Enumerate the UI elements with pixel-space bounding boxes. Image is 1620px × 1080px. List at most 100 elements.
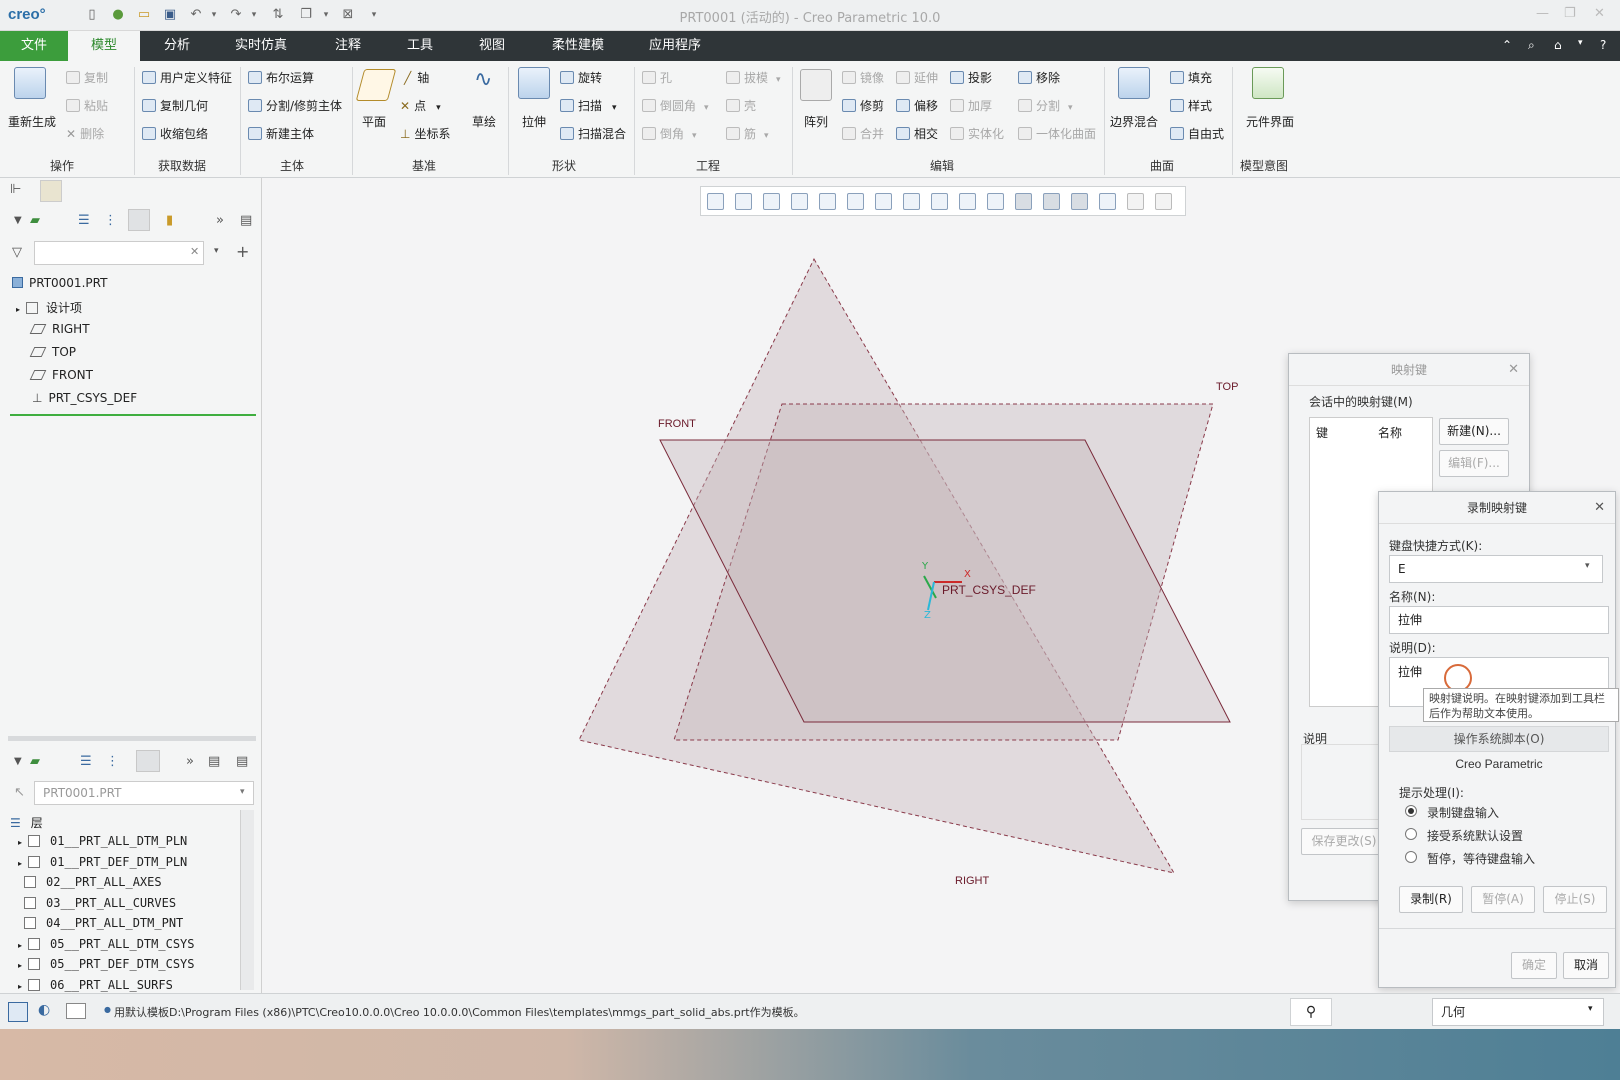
tree-item-front[interactable]: FRONT	[29, 368, 93, 382]
remove-button[interactable]: 移除	[1018, 69, 1060, 86]
shrinkwrap-button[interactable]: 收缩包络	[142, 125, 208, 142]
model-tree-tab-icon[interactable]: ⊩	[10, 182, 21, 197]
layer-item[interactable]: ▸ 05__PRT_ALL_DTM_CSYS	[18, 937, 195, 951]
layer-more-icon[interactable]: »	[186, 754, 194, 769]
layer-edit-icon[interactable]: ▤	[208, 754, 220, 769]
boundary-blend-button[interactable]: 边界混合	[1110, 113, 1158, 130]
solidify-button[interactable]: 实体化	[950, 125, 1004, 142]
chamfer-button[interactable]: 倒角 ▾	[642, 125, 697, 142]
rib-button[interactable]: 筋 ▾	[726, 125, 769, 142]
selection-filter-select[interactable]: 几何	[1432, 998, 1604, 1026]
search-icon[interactable]: ⌕	[1528, 38, 1535, 53]
new-body-button[interactable]: 新建主体	[248, 125, 314, 142]
tab-tools[interactable]: 工具	[392, 31, 448, 61]
shortcut-input[interactable]: E	[1389, 555, 1603, 583]
reorient-icon[interactable]	[819, 193, 836, 210]
datum-display-icon[interactable]	[987, 193, 1004, 210]
merge-button[interactable]: 合并	[842, 125, 884, 142]
delete-button[interactable]: ✕ 删除	[66, 125, 104, 142]
sketch-button[interactable]: 草绘	[472, 113, 496, 130]
project-button[interactable]: 投影	[950, 69, 992, 86]
record-button[interactable]: 录制(R)	[1399, 886, 1463, 913]
model-tree-icon[interactable]: ▰	[30, 213, 40, 228]
add-item-icon[interactable]: +	[236, 242, 249, 261]
csys-display-icon[interactable]	[1071, 193, 1088, 210]
regenerate-big-icon[interactable]	[14, 67, 46, 99]
trim-button[interactable]: 修剪	[842, 97, 884, 114]
right-plane-label[interactable]: RIGHT	[955, 875, 989, 887]
folder-browser-tab-icon[interactable]	[40, 180, 62, 202]
ok-button[interactable]: 确定	[1511, 952, 1557, 979]
spin-center-icon[interactable]	[1043, 193, 1060, 210]
group-editing[interactable]: 编辑	[930, 157, 954, 174]
layer-collapse-icon[interactable]: ▼	[14, 756, 22, 767]
zoom-in-icon[interactable]	[735, 193, 752, 210]
pause-input-label[interactable]: 暂停，等待键盘输入	[1427, 850, 1535, 867]
repaint-icon[interactable]	[791, 193, 808, 210]
creo-tab[interactable]: Creo Parametric	[1389, 752, 1609, 778]
highlight-icon[interactable]: ▮	[166, 213, 173, 228]
tree-filter-icon[interactable]: ⋮	[104, 213, 117, 228]
paste-button[interactable]: 粘贴	[66, 97, 108, 114]
top-plane-label[interactable]: TOP	[1216, 381, 1238, 393]
tree-search-input[interactable]	[34, 241, 204, 265]
shell-button[interactable]: 壳	[726, 97, 756, 114]
annotation-display-icon[interactable]	[1015, 193, 1032, 210]
full-screen-icon[interactable]	[66, 1003, 86, 1019]
tree-root[interactable]: PRT0001.PRT	[12, 276, 107, 290]
thicken-button[interactable]: 加厚	[950, 97, 992, 114]
round-button[interactable]: 倒圆角 ▾	[642, 97, 709, 114]
freestyle-button[interactable]: 自由式	[1170, 125, 1224, 142]
group-datum[interactable]: 基准	[412, 157, 436, 174]
pattern-button[interactable]: 阵列	[804, 113, 828, 130]
appearance-icon[interactable]	[1099, 193, 1116, 210]
more-icon[interactable]: »	[216, 213, 224, 228]
tree-item-top[interactable]: TOP	[29, 345, 76, 359]
tab-applications[interactable]: 应用程序	[634, 31, 716, 61]
help-icon[interactable]: ?	[1600, 38, 1606, 52]
csys-button[interactable]: ⊥ 坐标系	[400, 125, 450, 142]
edit-mapkey-button[interactable]: 编辑(F)...	[1439, 450, 1509, 477]
expand-icon[interactable]: ▸	[18, 941, 22, 950]
layer-item[interactable]: 04__PRT_ALL_DTM_PNT	[18, 916, 183, 930]
regenerate-button[interactable]: 重新生成	[8, 113, 56, 130]
layer-item[interactable]: ▸ 05__PRT_DEF_DTM_CSYS	[18, 957, 195, 971]
refit-icon[interactable]	[707, 193, 724, 210]
stop-icon[interactable]	[1155, 193, 1172, 210]
panel-splitter[interactable]	[8, 736, 256, 741]
group-surfaces[interactable]: 曲面	[1150, 157, 1174, 174]
save-changes-button[interactable]: 保存更改(S)	[1301, 828, 1387, 855]
mapkeys-close-icon[interactable]: ✕	[1508, 362, 1519, 377]
name-input[interactable]: 拉伸	[1389, 606, 1609, 634]
close-icon[interactable]: ✕	[1594, 6, 1605, 21]
accept-defaults-radio[interactable]	[1405, 828, 1417, 840]
settings-icon[interactable]: ▤	[240, 213, 252, 228]
group-engineering[interactable]: 工程	[696, 157, 720, 174]
minimize-icon[interactable]: —	[1536, 6, 1549, 21]
copy-geometry-button[interactable]: 复制几何	[142, 97, 208, 114]
csys-label[interactable]: PRT_CSYS_DEF	[942, 583, 1036, 597]
unify-surface-button[interactable]: 一体化曲面	[1018, 125, 1096, 142]
plane-button[interactable]: 平面	[362, 113, 386, 130]
stop-button[interactable]: 停止(S)	[1543, 886, 1607, 913]
layer-item[interactable]: ▸ 06__PRT_ALL_SURFS	[18, 978, 173, 992]
fill-button[interactable]: 填充	[1170, 69, 1212, 86]
group-get-data[interactable]: 获取数据	[158, 157, 206, 174]
record-close-icon[interactable]: ✕	[1594, 500, 1605, 515]
community-icon[interactable]: ⌂	[1554, 38, 1562, 52]
model-select-dropdown-icon[interactable]: ▾	[240, 787, 245, 797]
layer-show-icon[interactable]: ☰	[80, 754, 92, 769]
expand-icon[interactable]: ▸	[18, 859, 22, 868]
collapse-ribbon-icon[interactable]: ⌃	[1502, 38, 1512, 52]
group-shapes[interactable]: 形状	[552, 157, 576, 174]
more-dropdown-icon[interactable]: ▾	[1578, 38, 1583, 48]
layers-scrollbar[interactable]	[240, 810, 254, 990]
layer-filter-icon[interactable]: ⋮	[106, 754, 119, 769]
columns-icon[interactable]	[128, 209, 150, 231]
front-plane-label[interactable]: FRONT	[658, 418, 696, 430]
section-icon[interactable]	[959, 193, 976, 210]
col-name-header[interactable]: 名称	[1378, 424, 1402, 441]
saved-orientations-icon[interactable]	[847, 193, 864, 210]
group-operations[interactable]: 操作	[50, 157, 74, 174]
pause-icon[interactable]	[1127, 193, 1144, 210]
